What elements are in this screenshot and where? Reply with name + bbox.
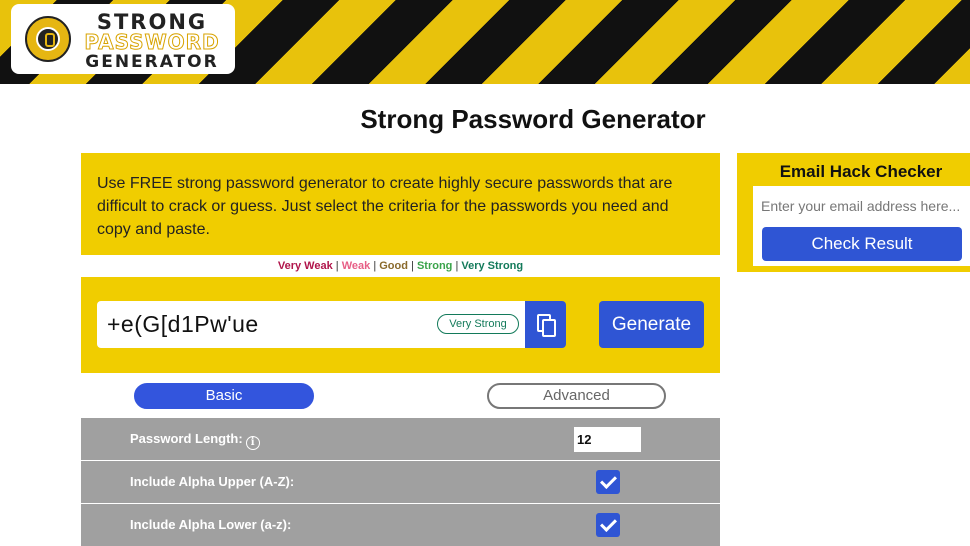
header-banner: STRONG PASSWORD GENERATOR [0,0,970,84]
tab-advanced[interactable]: Advanced [487,383,666,409]
lock-icon [36,27,60,51]
option-row-length: Password Length: i [81,418,720,460]
legend-strong: Strong [416,260,453,272]
option-label: Password Length: i [130,431,260,450]
option-row-lower: Include Alpha Lower (a-z): [81,504,720,546]
password-length-input[interactable] [574,427,641,452]
option-label: Include Alpha Lower (a-z): [130,517,292,532]
legend-weak: Weak [341,260,371,272]
site-logo[interactable]: STRONG PASSWORD GENERATOR [11,4,235,74]
info-icon[interactable]: i [245,436,260,450]
option-row-upper: Include Alpha Upper (A-Z): [81,461,720,503]
copy-icon[interactable] [525,301,566,348]
strength-legend: Very Weak | Weak | Good | Strong | Very … [81,260,720,272]
logo-text-password: PASSWORD [84,30,220,54]
tab-basic[interactable]: Basic [134,383,314,409]
check-result-button[interactable]: Check Result [762,227,962,261]
legend-separator: | [373,260,377,272]
strength-badge: Very Strong [437,314,519,334]
logo-badge-icon [25,16,71,62]
page-title: Strong Password Generator [360,104,706,134]
option-label: Include Alpha Upper (A-Z): [130,474,295,489]
generate-button[interactable]: Generate [599,301,704,348]
intro-text: Use FREE strong password generator to cr… [97,175,673,238]
lower-checkbox[interactable] [596,513,620,537]
legend-good: Good [379,260,408,272]
generator-panel: +e(G[d1Pw'ue Very Strong Generate [81,277,720,373]
intro-panel: Use FREE strong password generator to cr… [81,153,720,255]
option-label-text: Password Length: [130,431,243,446]
legend-separator: | [411,260,414,272]
email-hack-checker: Email Hack Checker Check Result [737,153,970,272]
legend-separator: | [455,260,459,272]
upper-checkbox[interactable] [596,470,620,494]
legend-very-weak: Very Weak [277,260,333,272]
hack-checker-form: Check Result [753,186,970,266]
legend-very-strong: Very Strong [461,260,524,272]
password-output[interactable]: +e(G[d1Pw'ue Very Strong [97,301,525,348]
email-input[interactable] [761,195,970,217]
hack-checker-title: Email Hack Checker [779,162,943,181]
legend-separator: | [335,260,339,272]
password-value[interactable]: +e(G[d1Pw'ue [107,311,259,338]
logo-text-generator: GENERATOR [85,52,219,72]
